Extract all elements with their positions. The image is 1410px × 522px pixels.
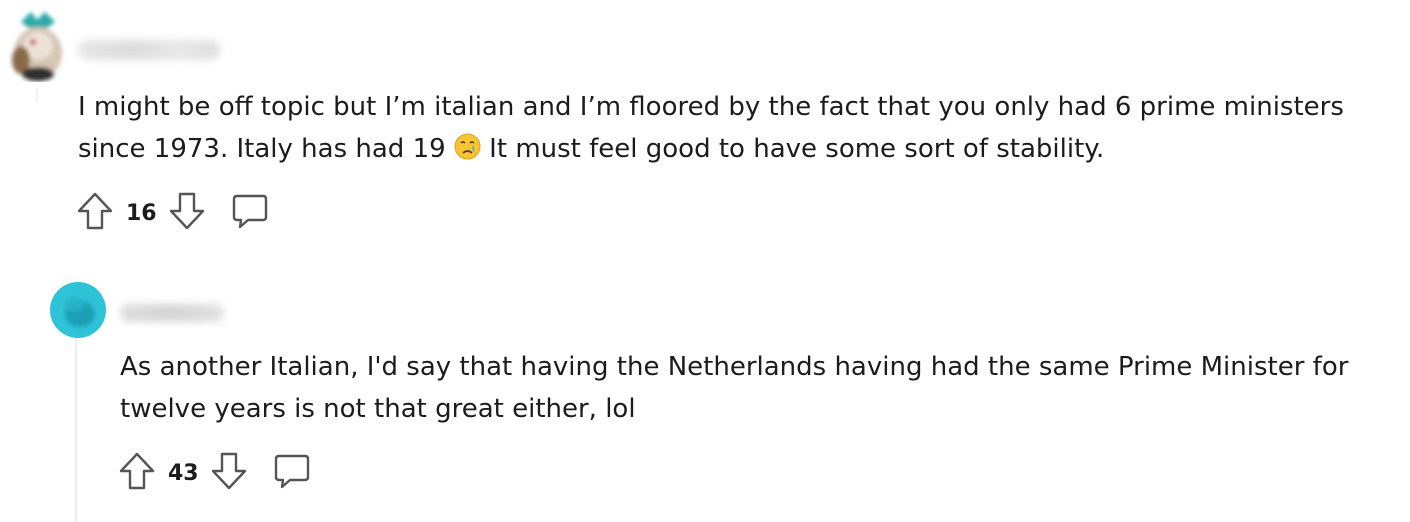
vote-count: 16 (126, 200, 157, 226)
comment-actions: 16 (76, 191, 270, 235)
avatar-image (12, 12, 62, 81)
username-blurred[interactable] (120, 304, 224, 322)
avatar[interactable] (7, 8, 69, 82)
speech-bubble-icon[interactable] (230, 191, 270, 235)
comment-text-part: It must feel good to have some sort of s… (480, 134, 1105, 164)
speech-bubble-icon[interactable] (272, 451, 312, 495)
avatar[interactable] (48, 280, 108, 340)
avatar-image (50, 282, 106, 338)
comment-thread: I might be off topic but I’m italian and… (0, 0, 1410, 522)
crying-face-emoji-icon (454, 131, 481, 160)
vote-count: 43 (168, 460, 199, 486)
comment-text: I might be off topic but I’m italian and… (78, 86, 1388, 170)
comment-text: As another Italian, I'd say that having … (120, 352, 1349, 424)
arrow-down-icon[interactable] (168, 191, 206, 235)
arrow-down-icon[interactable] (210, 451, 248, 495)
username-blurred[interactable] (78, 40, 220, 60)
arrow-up-icon[interactable] (118, 451, 156, 495)
comment-actions: 43 (118, 451, 312, 495)
thread-line (36, 88, 38, 102)
arrow-up-icon[interactable] (76, 191, 114, 235)
